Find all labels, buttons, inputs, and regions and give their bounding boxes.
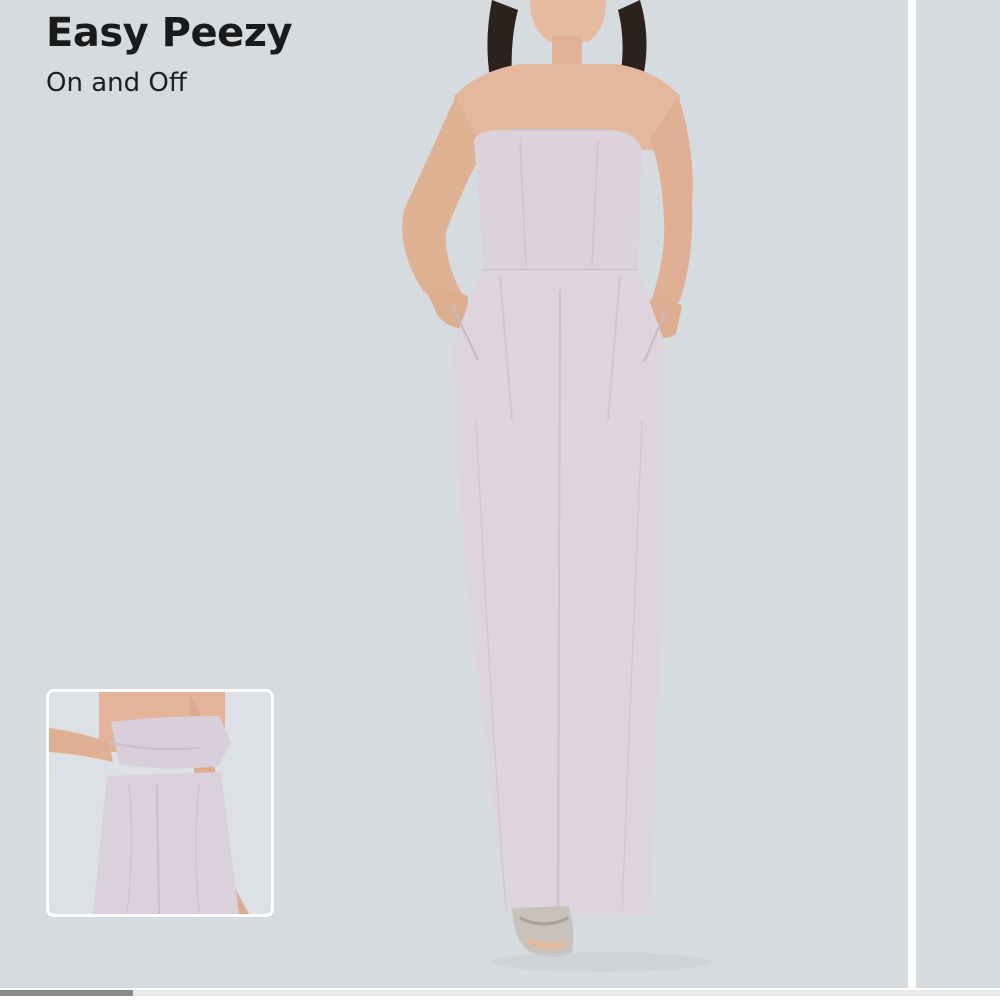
slide-subhead: On and Off <box>46 68 187 98</box>
slide-headline: Easy Peezy <box>46 10 293 56</box>
carousel-slide-current[interactable]: Easy Peezy On and Off <box>0 0 908 988</box>
carousel-slide-next-peek[interactable] <box>916 0 1000 988</box>
detail-inset-photo[interactable] <box>46 689 274 917</box>
product-carousel[interactable]: Easy Peezy On and Off <box>0 0 1000 1000</box>
carousel-progress-bar <box>0 990 1000 996</box>
model-photo <box>402 0 712 972</box>
back-view-illustration <box>49 692 271 914</box>
carousel-progress-fill <box>0 990 133 996</box>
